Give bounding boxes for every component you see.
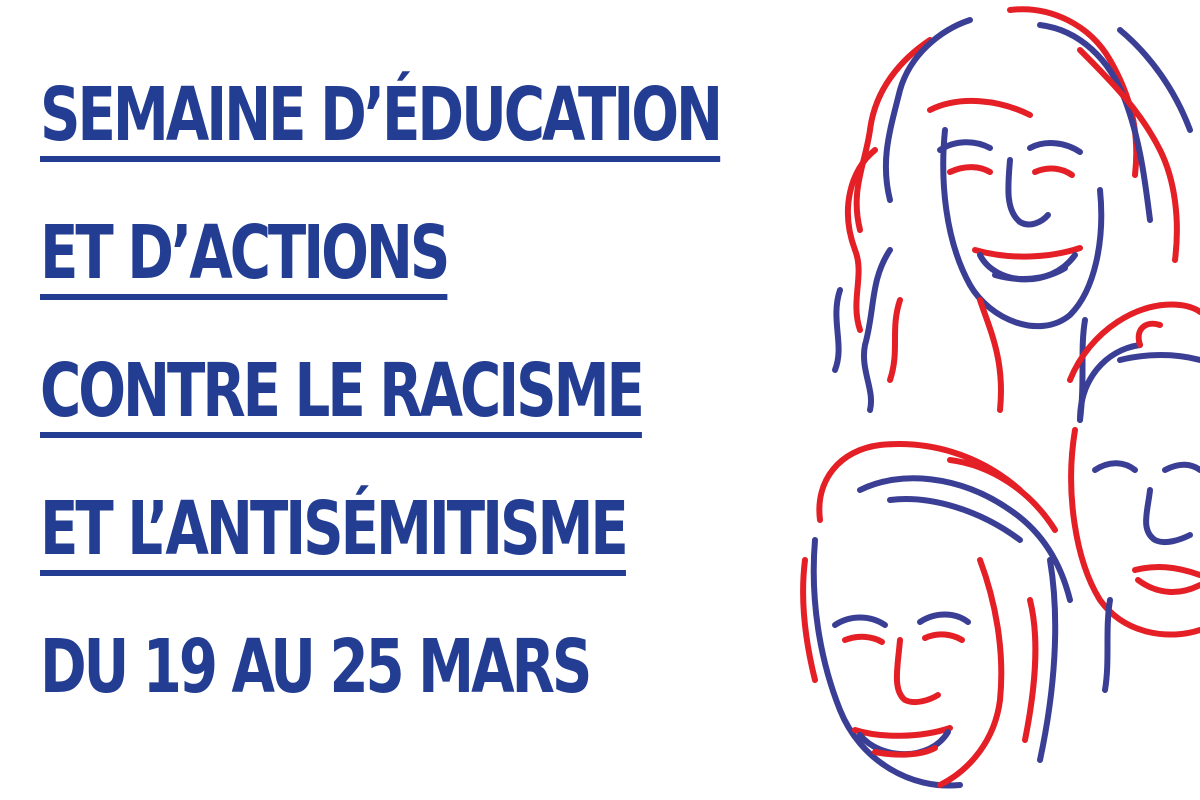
- title-line-2: ET D’ACTIONS: [40, 216, 450, 300]
- title-line-3: CONTRE LE RACISME: [40, 354, 645, 438]
- title-line-4: ET L’ANTISÉMITISME: [40, 492, 629, 576]
- title-line-1: SEMAINE D’ÉDUCATION: [40, 78, 723, 162]
- three-faces-line-drawing-icon: [800, 6, 1200, 789]
- event-dates: DU 19 AU 25 MARS: [40, 624, 592, 710]
- person-right-face-icon: [1067, 301, 1200, 693]
- person-bottom-face-icon: [800, 441, 1073, 789]
- poster: SEMAINE D’ÉDUCATION ET D’ACTIONS CONTRE …: [0, 0, 1200, 800]
